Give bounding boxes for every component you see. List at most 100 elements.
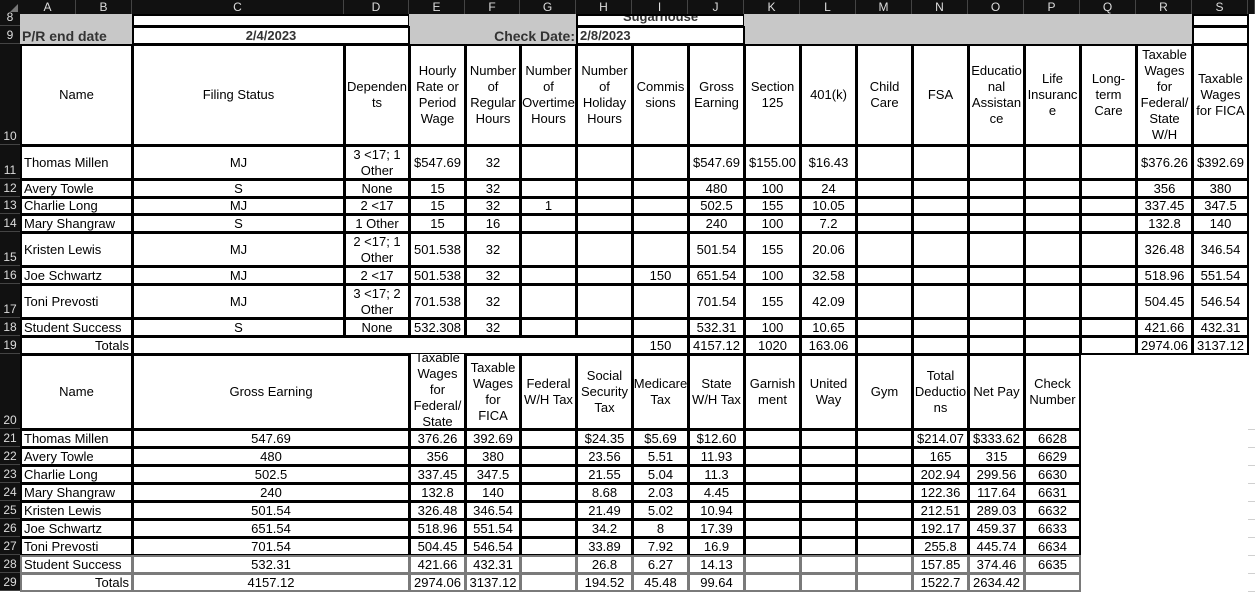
table1-cell-holiday[interactable] [576, 179, 633, 198]
row-header-22[interactable]: 22 [0, 447, 20, 465]
table1-cell-rate[interactable]: $547.69 [409, 145, 466, 180]
table1-cell-taxable-fica[interactable]: 432.31 [1192, 318, 1249, 337]
table2-cell-taxable-fica[interactable]: 140 [465, 483, 521, 502]
column-header-h[interactable]: H [576, 0, 632, 14]
table1-cell-taxable-fed[interactable]: 504.45 [1136, 284, 1193, 319]
table2-cell-fed-wh[interactable] [520, 429, 577, 448]
table1-cell-rate[interactable]: 15 [409, 197, 466, 215]
header-band-e8[interactable] [409, 14, 466, 45]
table1-cell-name[interactable]: Student Success [20, 318, 133, 337]
table1-total-401k[interactable]: 163.06 [800, 336, 857, 355]
table1-cell-gross[interactable]: 532.31 [688, 318, 745, 337]
table2-cell-gym[interactable] [856, 465, 913, 484]
table2-cell-total-ded[interactable]: 202.94 [912, 465, 969, 484]
row-header-23[interactable]: 23 [0, 465, 20, 483]
table2-cell-gym[interactable] [856, 483, 913, 502]
table2-cell-check[interactable]: 6635 [1024, 555, 1081, 574]
table2-cell-name[interactable]: Avery Towle [20, 447, 133, 466]
row-header-27[interactable]: 27 [0, 537, 20, 555]
table1-cell-childcare[interactable] [856, 318, 913, 337]
table2-cell-gym[interactable] [856, 447, 913, 466]
table1-cell-ltc[interactable] [1080, 197, 1137, 215]
table1-cell-life[interactable] [1024, 318, 1081, 337]
table2-cell-net-pay[interactable]: 374.46 [968, 555, 1025, 574]
table2-cell-check[interactable]: 6628 [1024, 429, 1081, 448]
column-header-q[interactable]: Q [1080, 0, 1136, 14]
header-band-k8[interactable] [744, 14, 1193, 45]
table1-totals-blank[interactable] [132, 336, 633, 355]
table1-total-gross[interactable]: 4157.12 [688, 336, 745, 355]
table2-cell-name[interactable]: Student Success [20, 555, 133, 574]
row-header-9[interactable]: 9 [0, 26, 20, 44]
table2-cell-check[interactable]: 6631 [1024, 483, 1081, 502]
table2-cell-net-pay[interactable]: 117.64 [968, 483, 1025, 502]
spreadsheet-grid[interactable]: ABCDEFGHIJKLMNOPQRS 8 9 10 11 12 13 14 15 16 17 18… [0, 0, 1255, 593]
table1-cell-name[interactable]: Toni Prevosti [20, 284, 133, 319]
table2-cell-ss[interactable]: 21.49 [576, 501, 633, 520]
table1-cell-taxable-fed[interactable]: $376.26 [1136, 145, 1193, 180]
row-header-18[interactable]: 18 [0, 318, 20, 336]
table2-cell-net-pay[interactable]: 459.37 [968, 519, 1025, 538]
table1-cell-commissions[interactable] [632, 318, 689, 337]
table1-cell-commissions[interactable] [632, 232, 689, 267]
table1-cell-ltc[interactable] [1080, 179, 1137, 198]
table1-cell-edu[interactable] [968, 318, 1025, 337]
table2-cell-total-ded[interactable]: 165 [912, 447, 969, 466]
table2-cell-name[interactable]: Kristen Lewis [20, 501, 133, 520]
table1-total-blank-n[interactable] [912, 336, 969, 355]
table2-cell-medicare[interactable]: 5.02 [632, 501, 689, 520]
table1-cell-commissions[interactable]: 150 [632, 266, 689, 285]
table1-cell-life[interactable] [1024, 232, 1081, 267]
table2-cell-medicare[interactable]: 2.03 [632, 483, 689, 502]
table2-cell-gross[interactable]: 701.54 [132, 537, 410, 556]
table2-cell-ss[interactable]: 33.89 [576, 537, 633, 556]
table2-total-united-way[interactable] [800, 573, 857, 592]
table1-cell-edu[interactable] [968, 284, 1025, 319]
table2-cell-total-ded[interactable]: 192.17 [912, 519, 969, 538]
header-blank-s9[interactable] [1192, 26, 1249, 45]
column-header-s[interactable]: S [1192, 0, 1248, 14]
table1-cell-holiday[interactable] [576, 214, 633, 233]
table2-cell-united-way[interactable] [800, 465, 857, 484]
table2-cell-ss[interactable]: $24.35 [576, 429, 633, 448]
table1-cell-edu[interactable] [968, 145, 1025, 180]
column-header-k[interactable]: K [744, 0, 800, 14]
column-header-e[interactable]: E [409, 0, 465, 14]
table2-cell-fed-wh[interactable] [520, 483, 577, 502]
table2-cell-fed-wh[interactable] [520, 555, 577, 574]
table2-cell-medicare[interactable]: 5.51 [632, 447, 689, 466]
table1-cell-dependents[interactable]: 3 <17; 2 Other [344, 284, 410, 319]
column-header-f[interactable]: F [465, 0, 520, 14]
table1-cell-holiday[interactable] [576, 266, 633, 285]
row-header-29[interactable]: 29 [0, 573, 20, 591]
row-header-11[interactable]: 11 [0, 145, 20, 179]
table2-cell-garnish[interactable] [744, 537, 801, 556]
column-header-d[interactable]: D [344, 0, 409, 14]
table2-cell-gym[interactable] [856, 555, 913, 574]
table1-cell-k401[interactable]: 24 [800, 179, 857, 198]
table1-cell-overtime[interactable] [520, 232, 577, 267]
table2-cell-state-wh[interactable]: 11.3 [688, 465, 745, 484]
table1-cell-name[interactable]: Kristen Lewis [20, 232, 133, 267]
row-header-28[interactable]: 28 [0, 555, 20, 573]
table2-cell-taxable-fed[interactable]: 518.96 [409, 519, 466, 538]
table1-cell-regular[interactable]: 32 [465, 232, 521, 267]
table1-cell-life[interactable] [1024, 145, 1081, 180]
table2-total-garnish[interactable] [744, 573, 801, 592]
table2-cell-ss[interactable]: 21.55 [576, 465, 633, 484]
table2-cell-total-ded[interactable]: 122.36 [912, 483, 969, 502]
table1-cell-filing[interactable]: S [132, 318, 345, 337]
column-header-a[interactable]: A [20, 0, 76, 14]
table2-total-gym[interactable] [856, 573, 913, 592]
table2-total-gross[interactable]: 4157.12 [132, 573, 410, 592]
check-date-value[interactable]: 2/8/2023 [576, 26, 745, 45]
table1-cell-commissions[interactable] [632, 145, 689, 180]
table2-cell-check[interactable]: 6630 [1024, 465, 1081, 484]
table2-cell-taxable-fed[interactable]: 132.8 [409, 483, 466, 502]
table1-cell-taxable-fed[interactable]: 326.48 [1136, 232, 1193, 267]
table2-cell-garnish[interactable] [744, 555, 801, 574]
table1-cell-name[interactable]: Charlie Long [20, 197, 133, 215]
table1-cell-fsa[interactable] [912, 214, 969, 233]
row-header-13[interactable]: 13 [0, 197, 20, 214]
table2-total-fed-wh[interactable] [520, 573, 577, 592]
